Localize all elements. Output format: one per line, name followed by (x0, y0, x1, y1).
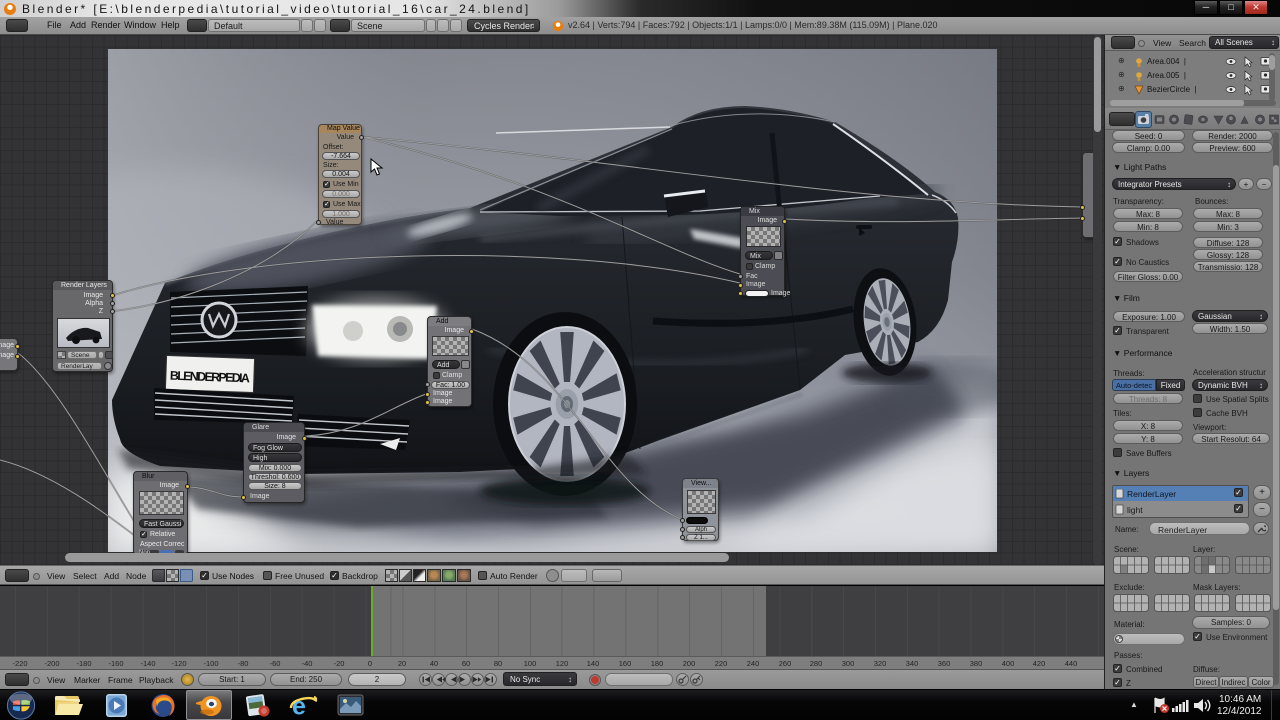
svg-text:e: e (292, 693, 306, 720)
